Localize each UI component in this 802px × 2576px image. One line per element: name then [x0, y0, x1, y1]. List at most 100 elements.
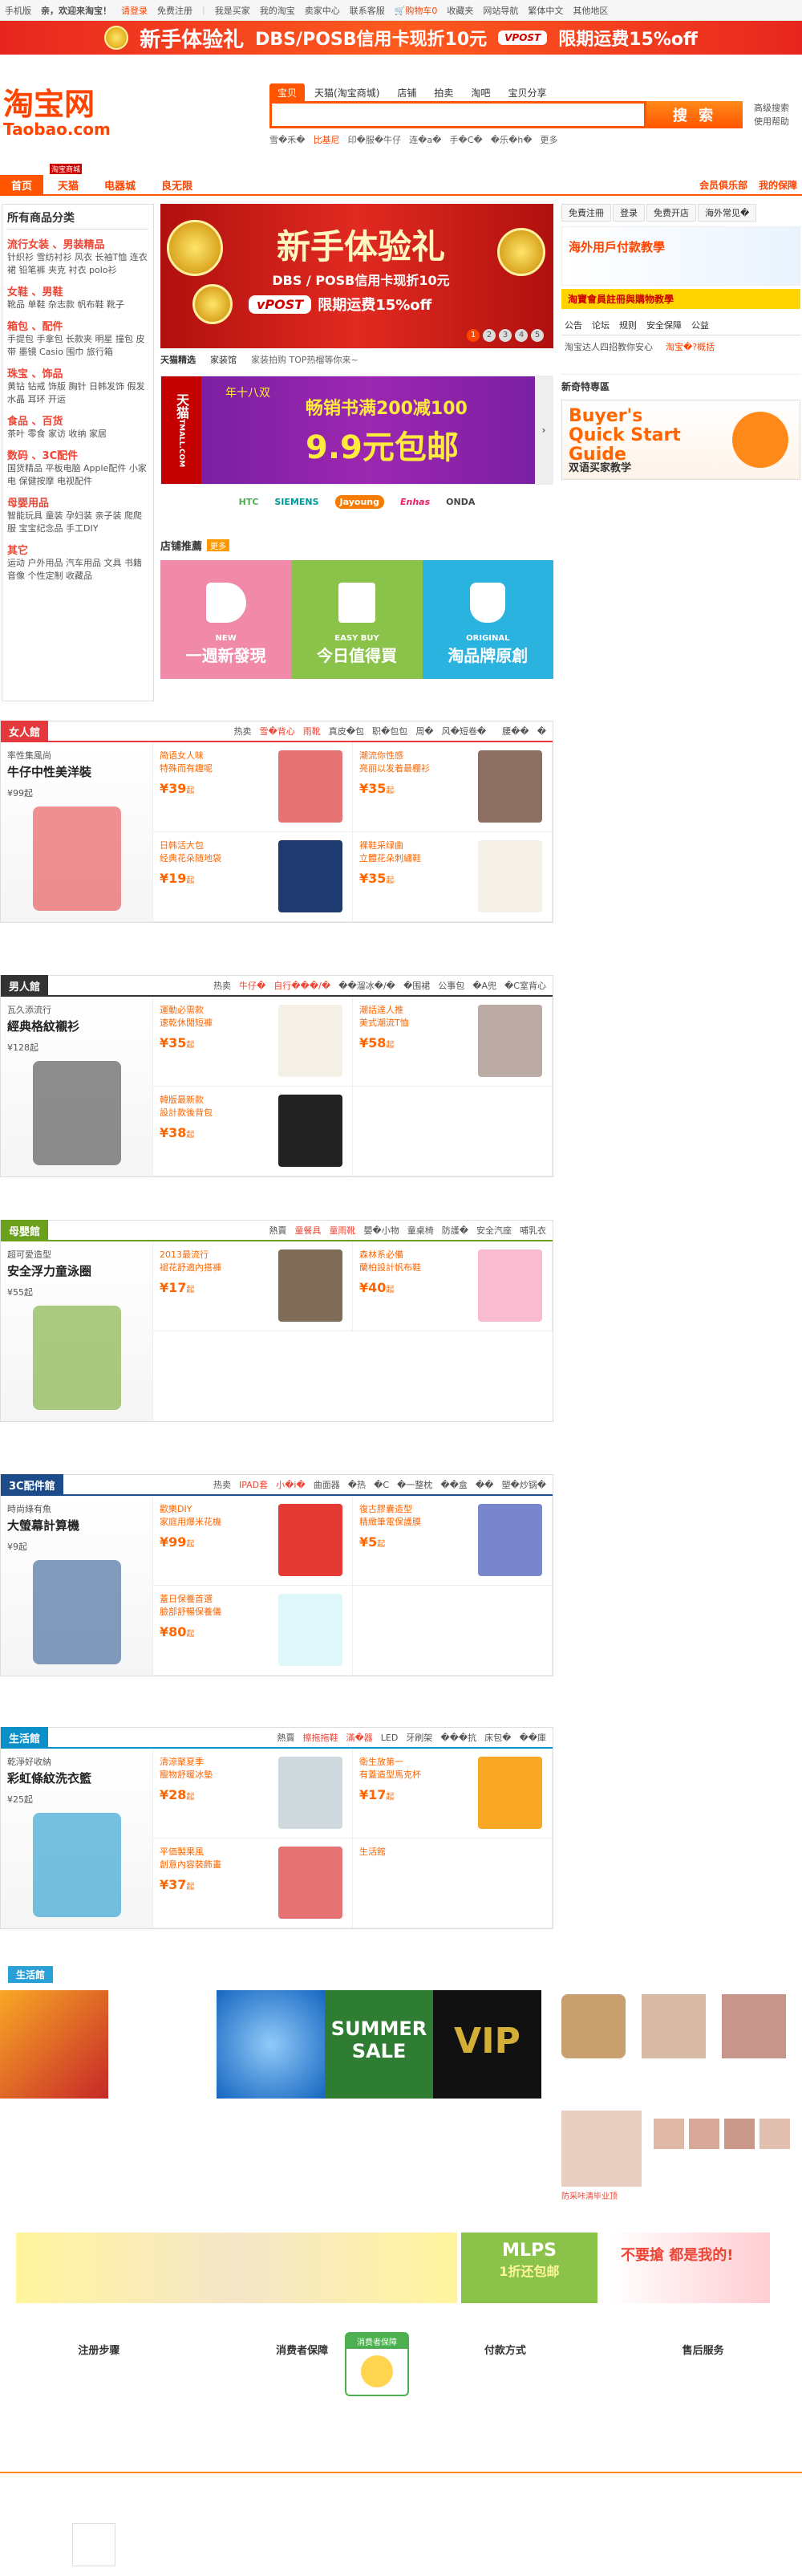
- notice-item[interactable]: 淘宝达人四招教你安心: [565, 340, 653, 353]
- favorites-link[interactable]: 收藏夹: [447, 4, 473, 17]
- contact-link[interactable]: 联系客服: [350, 4, 385, 17]
- promo-model-1[interactable]: [642, 1994, 706, 2058]
- notice-item[interactable]: 淘宝�?概括: [666, 340, 715, 353]
- footer-payment[interactable]: 付款方式: [484, 2342, 526, 2357]
- promo-hammer-image[interactable]: [0, 1990, 108, 2099]
- product-cell[interactable]: 潮流你性感 亮丽以发着最棚衫 ¥35起: [353, 742, 553, 832]
- shoes-banner[interactable]: [16, 2233, 457, 2303]
- hot-tag[interactable]: 童餐具: [294, 1224, 321, 1237]
- product-image[interactable]: [278, 1504, 342, 1576]
- product-cell[interactable]: 清涼聚夏季 寵物舒暖冰墊 ¥28起: [153, 1749, 353, 1839]
- product-image[interactable]: [278, 840, 342, 912]
- product-cell[interactable]: 復古膠囊造型 精緻筆電保護膜 ¥5起: [353, 1496, 553, 1586]
- search-tab[interactable]: 宝贝分享: [500, 83, 554, 102]
- register-tab[interactable]: 免費注冊: [561, 204, 611, 221]
- register-link[interactable]: 免费注册: [157, 4, 192, 17]
- footer-consumer-protection[interactable]: 消费者保障: [276, 2342, 328, 2357]
- search-tab[interactable]: 店铺: [389, 83, 424, 102]
- hot-word[interactable]: 印�服�牛仔: [348, 133, 402, 146]
- category-heading[interactable]: 食品 、百货: [7, 412, 148, 428]
- hot-tag[interactable]: 塑�炒锅�: [501, 1478, 546, 1491]
- product-cell[interactable]: 蓋日保養首選 臉部舒暢保養儀 ¥80起: [153, 1586, 353, 1676]
- carousel-dot[interactable]: 3: [499, 329, 512, 342]
- hot-word[interactable]: �乐�h�: [491, 133, 533, 146]
- hot-tag[interactable]: 公事包: [438, 979, 464, 992]
- avatar[interactable]: [689, 2119, 719, 2149]
- hot-word[interactable]: 雪�禾�: [269, 133, 306, 146]
- hot-word[interactable]: 连�a�: [409, 133, 441, 146]
- product-cell[interactable]: 日韩活大包 经典花朵随地袋 ¥19起: [153, 832, 353, 922]
- hot-tag[interactable]: ���抗: [440, 1731, 476, 1744]
- product-cell[interactable]: [353, 1087, 553, 1176]
- notice-tab[interactable]: 安全保障: [646, 319, 682, 331]
- hot-tag[interactable]: 自行���/�: [273, 979, 330, 992]
- feature-product[interactable]: 瓦久添流行 經典格紋襯衫 ¥128起: [1, 997, 153, 1176]
- language-link[interactable]: 繁体中文: [528, 4, 563, 17]
- hot-tag[interactable]: 热卖: [233, 725, 251, 737]
- product-image[interactable]: [478, 1249, 542, 1322]
- hot-tag[interactable]: �C: [374, 1480, 389, 1490]
- hot-tag[interactable]: 曲面器: [314, 1478, 340, 1491]
- category-items[interactable]: 手提包 手拿包 长款夹 明星 撞包 皮带 墨镜 Casio 围巾 旅行箱: [7, 333, 148, 359]
- hot-tag[interactable]: 童雨靴: [329, 1224, 355, 1237]
- product-image[interactable]: [478, 1504, 542, 1576]
- category-heading[interactable]: 珠宝 、饰品: [7, 365, 148, 380]
- category-heading[interactable]: 女鞋 、男鞋: [7, 283, 148, 299]
- brand-jayoung[interactable]: Jayoung: [334, 494, 384, 509]
- carousel-dot[interactable]: 5: [531, 329, 544, 342]
- consumer-protection-badge[interactable]: 消费者保障: [345, 2332, 409, 2396]
- product-cell[interactable]: 韓版最新款 設計款後背包 ¥38起: [153, 1087, 353, 1176]
- hot-tag[interactable]: 周�: [415, 725, 433, 737]
- hot-tag[interactable]: 职�包包: [372, 725, 407, 737]
- hot-tag[interactable]: 雨靴: [303, 725, 321, 737]
- feature-product[interactable]: 乾淨好收納 彩虹條紋洗衣籃 ¥25起: [1, 1749, 153, 1928]
- sitemap-link[interactable]: 网站导航: [483, 4, 518, 17]
- category-items[interactable]: 针织衫 雪纺衬衫 风衣 长袖T恤 连衣裙 铅笔裤 夹克 衬衣 polo衫: [7, 251, 148, 277]
- seller-center-link[interactable]: 卖家中心: [305, 4, 340, 17]
- category-heading[interactable]: 其它: [7, 542, 148, 557]
- category-items[interactable]: 黄钻 钻戒 饰版 胸针 日韩发饰 假发 水晶 耳环 开运: [7, 380, 148, 406]
- section-tag[interactable]: 母嬰館: [1, 1219, 49, 1241]
- hot-tag[interactable]: �热: [348, 1478, 366, 1491]
- buyer-menu[interactable]: 我是买家: [215, 4, 250, 17]
- nav-tab-tmall[interactable]: 天猫 淘宝商城: [47, 164, 90, 194]
- carousel-dot[interactable]: 1: [467, 329, 480, 342]
- section-tag[interactable]: 生活館: [1, 1726, 49, 1749]
- tile-new-finds[interactable]: NEW 一週新發現: [160, 560, 292, 679]
- hot-tag[interactable]: 牙刷架: [406, 1731, 432, 1744]
- category-items[interactable]: 靴品 单鞋 杂志款 帆布鞋 靴子: [7, 299, 148, 311]
- tab-home-deco-top[interactable]: 家装拍购 TOP热榴等你来~: [251, 353, 358, 366]
- mobile-link[interactable]: 手机版: [5, 4, 31, 17]
- hot-tag[interactable]: �围裙: [403, 979, 430, 992]
- open-store-tab[interactable]: 免费开店: [646, 204, 696, 221]
- hot-tag[interactable]: 雪�背心: [259, 725, 294, 737]
- product-image[interactable]: [278, 1594, 342, 1666]
- product-cell[interactable]: 衛生放第一 有蓋造型馬克杯 ¥17起: [353, 1749, 553, 1839]
- carousel-dot[interactable]: 4: [515, 329, 528, 342]
- avatar[interactable]: [654, 2119, 684, 2149]
- hot-tag[interactable]: 滿�器: [346, 1731, 372, 1744]
- more-link[interactable]: 更多: [207, 539, 230, 551]
- advanced-search-link[interactable]: 高级搜索: [754, 101, 789, 115]
- hot-word[interactable]: 比基尼: [314, 133, 340, 146]
- brand-enhas[interactable]: Enhas: [400, 497, 430, 507]
- tab-tmall-picks[interactable]: 天猫精选: [160, 353, 196, 366]
- promo-banner-top[interactable]: 新手体验礼 DBS/POSB信用卡现折10元 VPOST 限期运费15%off: [0, 21, 802, 55]
- tmall-promo[interactable]: 天猫 TMALL.COM 年十八双 畅销书满200减100 9.9元包邮 ›: [160, 376, 553, 485]
- hot-tag[interactable]: 哺乳衣: [520, 1224, 546, 1237]
- product-image[interactable]: [278, 1847, 342, 1919]
- mlps-banner[interactable]: MLPS 1折还包邮: [461, 2233, 597, 2303]
- product-cell[interactable]: 歡樂DIY 家庭用爆米花機 ¥99起: [153, 1496, 353, 1586]
- hot-tag[interactable]: �一整枕: [397, 1478, 432, 1491]
- quick-start-guide[interactable]: Buyer's Quick Start Guide 双语买家教学: [561, 400, 800, 480]
- hot-tag[interactable]: 热卖: [213, 1478, 231, 1491]
- hot-tag[interactable]: 腰��: [502, 725, 529, 737]
- category-heading[interactable]: 流行女装 、男装精品: [7, 236, 148, 251]
- hot-word[interactable]: 更多: [541, 133, 558, 146]
- product-cell[interactable]: 裸鞋采绿曲 立體花朵刺繡鞋 ¥35起: [353, 832, 553, 922]
- product-cell[interactable]: [353, 1586, 553, 1676]
- hot-tag[interactable]: 热卖: [213, 979, 231, 992]
- brand-onda[interactable]: ONDA: [446, 497, 475, 507]
- product-image[interactable]: [278, 750, 342, 823]
- login-link[interactable]: 请登录: [121, 4, 148, 17]
